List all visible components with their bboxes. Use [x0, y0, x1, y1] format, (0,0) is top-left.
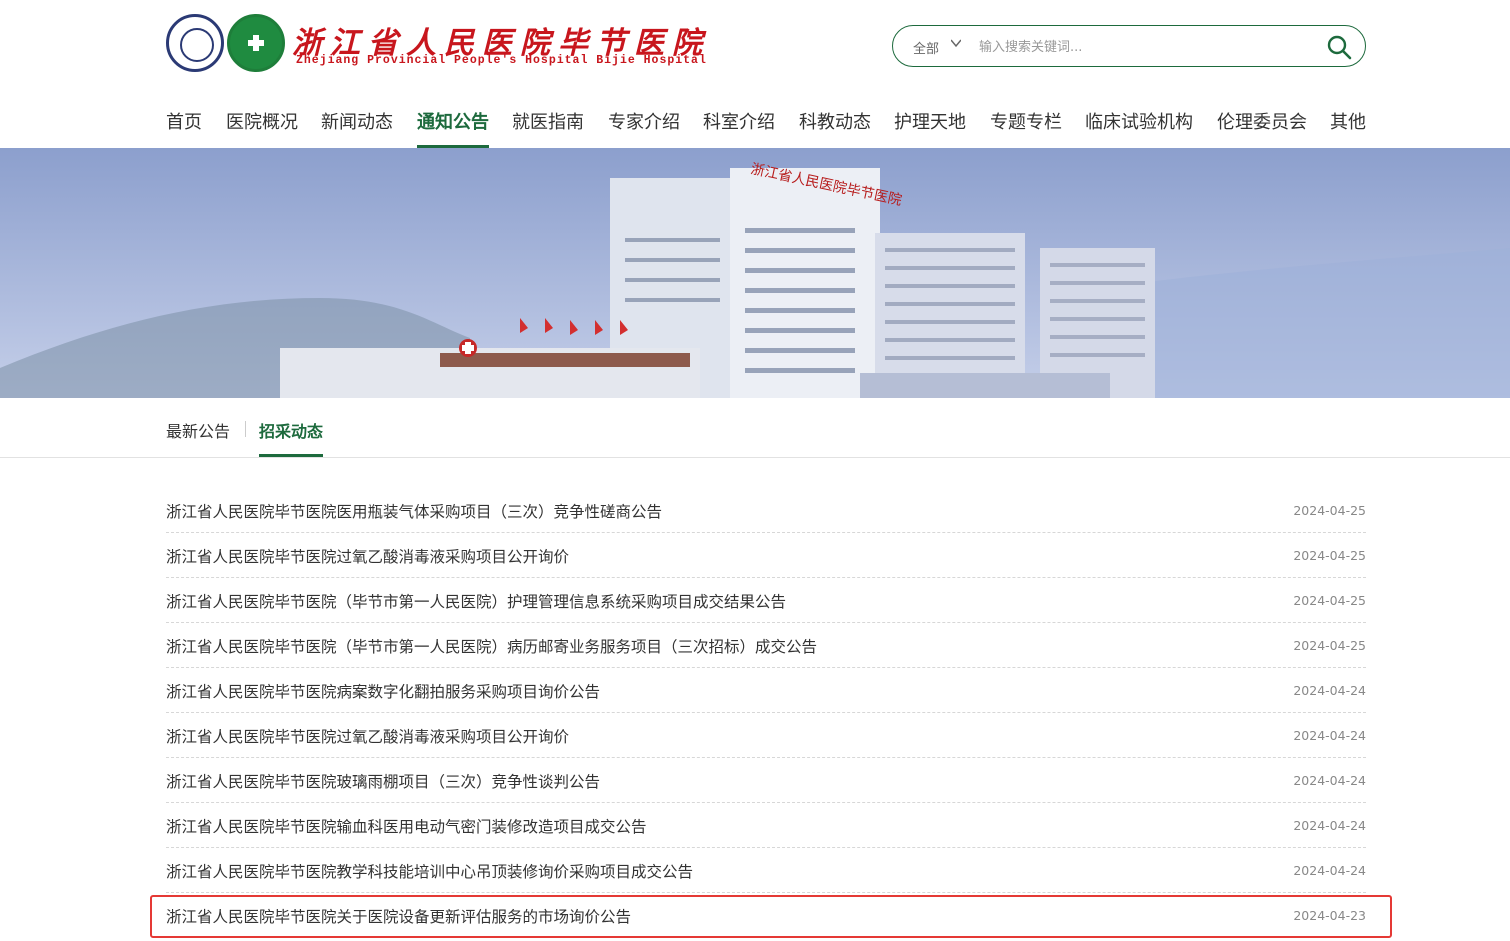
chevron-down-icon[interactable] [951, 38, 961, 48]
subtab-latest-notices[interactable]: 最新公告 [166, 418, 230, 442]
nav-item-home[interactable]: 首页 [166, 108, 202, 148]
nav-item-experts[interactable]: 专家介绍 [608, 108, 680, 148]
list-item[interactable]: 浙江省人民医院毕节医院玻璃雨棚项目（三次）竞争性谈判公告 2024-04-24 [166, 758, 1366, 803]
site-header: 浙江省人民医院毕节医院 Zhejiang Provincial People's… [0, 0, 1510, 148]
list-item[interactable]: 浙江省人民医院毕节医院（毕节市第一人民医院）病历邮寄业务服务项目（三次招标）成交… [166, 623, 1366, 668]
list-item-date: 2024-04-25 [1293, 503, 1366, 518]
nav-item-nursing[interactable]: 护理天地 [894, 108, 966, 148]
nav-item-research[interactable]: 科教动态 [799, 108, 871, 148]
list-item-title[interactable]: 浙江省人民医院毕节医院教学科技能培训中心吊顶装修询价采购项目成交公告 [166, 860, 693, 882]
nav-item-departments[interactable]: 科室介绍 [703, 108, 775, 148]
list-item-title[interactable]: 浙江省人民医院毕节医院过氧乙酸消毒液采购项目公开询价 [166, 725, 569, 747]
list-item-date: 2024-04-24 [1293, 818, 1366, 833]
list-item-title[interactable]: 浙江省人民医院毕节医院病案数字化翻拍服务采购项目询价公告 [166, 680, 600, 702]
nav-item-news[interactable]: 新闻动态 [321, 108, 393, 148]
hospital-logo[interactable]: 浙江省人民医院毕节医院 Zhejiang Provincial People's… [166, 14, 706, 76]
nav-item-clinical-trials[interactable]: 临床试验机构 [1085, 108, 1193, 148]
list-item-title[interactable]: 浙江省人民医院毕节医院（毕节市第一人民医院）病历邮寄业务服务项目（三次招标）成交… [166, 635, 817, 657]
search-bar: 全部 [892, 25, 1366, 67]
list-item-title[interactable]: 浙江省人民医院毕节医院过氧乙酸消毒液采购项目公开询价 [166, 545, 569, 567]
search-scope-select[interactable]: 全部 [913, 38, 939, 57]
subnav-divider [245, 421, 246, 437]
sub-navigation: 最新公告 招采动态 [0, 398, 1510, 458]
subtab-procurement[interactable]: 招采动态 [259, 418, 324, 457]
list-item[interactable]: 浙江省人民医院毕节医院输血科医用电动气密门装修改造项目成交公告 2024-04-… [166, 803, 1366, 848]
hospital-banner-image: 浙江省人民医院毕节医院 [0, 148, 1510, 398]
hospital-emblem-icon [227, 14, 285, 72]
notice-list: 浙江省人民医院毕节医院医用瓶装气体采购项目（三次）竞争性磋商公告 2024-04… [166, 488, 1366, 938]
logo-english-name: Zhejiang Provincial People's Hospital Bi… [296, 54, 707, 67]
search-icon[interactable] [1326, 34, 1352, 60]
list-item-date: 2024-04-25 [1293, 548, 1366, 563]
list-item-title[interactable]: 浙江省人民医院毕节医院输血科医用电动气密门装修改造项目成交公告 [166, 815, 647, 837]
list-item-date: 2024-04-25 [1293, 593, 1366, 608]
nav-item-overview[interactable]: 医院概况 [226, 108, 298, 148]
list-item[interactable]: 浙江省人民医院毕节医院过氧乙酸消毒液采购项目公开询价 2024-04-25 [166, 533, 1366, 578]
nav-item-notices[interactable]: 通知公告 [417, 108, 489, 148]
list-item-date: 2024-04-24 [1293, 728, 1366, 743]
highlight-box [150, 895, 1392, 938]
list-item[interactable]: 浙江省人民医院毕节医院（毕节市第一人民医院）护理管理信息系统采购项目成交结果公告… [166, 578, 1366, 623]
list-item-date: 2024-04-24 [1293, 863, 1366, 878]
list-item-date: 2024-04-25 [1293, 638, 1366, 653]
list-item-date: 2024-04-24 [1293, 773, 1366, 788]
list-item-title[interactable]: 浙江省人民医院毕节医院玻璃雨棚项目（三次）竞争性谈判公告 [166, 770, 600, 792]
list-item-date: 2024-04-24 [1293, 683, 1366, 698]
list-item[interactable]: 浙江省人民医院毕节医院医用瓶装气体采购项目（三次）竞争性磋商公告 2024-04… [166, 488, 1366, 533]
list-item[interactable]: 浙江省人民医院毕节医院教学科技能培训中心吊顶装修询价采购项目成交公告 2024-… [166, 848, 1366, 893]
nav-item-other[interactable]: 其他 [1330, 108, 1366, 148]
list-item[interactable]: 浙江省人民医院毕节医院过氧乙酸消毒液采购项目公开询价 2024-04-24 [166, 713, 1366, 758]
nav-item-ethics[interactable]: 伦理委员会 [1217, 108, 1307, 148]
list-item-title[interactable]: 浙江省人民医院毕节医院医用瓶装气体采购项目（三次）竞争性磋商公告 [166, 500, 662, 522]
nav-item-guide[interactable]: 就医指南 [512, 108, 584, 148]
nav-item-topics[interactable]: 专题专栏 [990, 108, 1062, 148]
list-item[interactable]: 浙江省人民医院毕节医院病案数字化翻拍服务采购项目询价公告 2024-04-24 [166, 668, 1366, 713]
university-emblem-icon [166, 14, 224, 72]
search-input[interactable] [977, 34, 1311, 60]
list-item-title[interactable]: 浙江省人民医院毕节医院（毕节市第一人民医院）护理管理信息系统采购项目成交结果公告 [166, 590, 786, 612]
